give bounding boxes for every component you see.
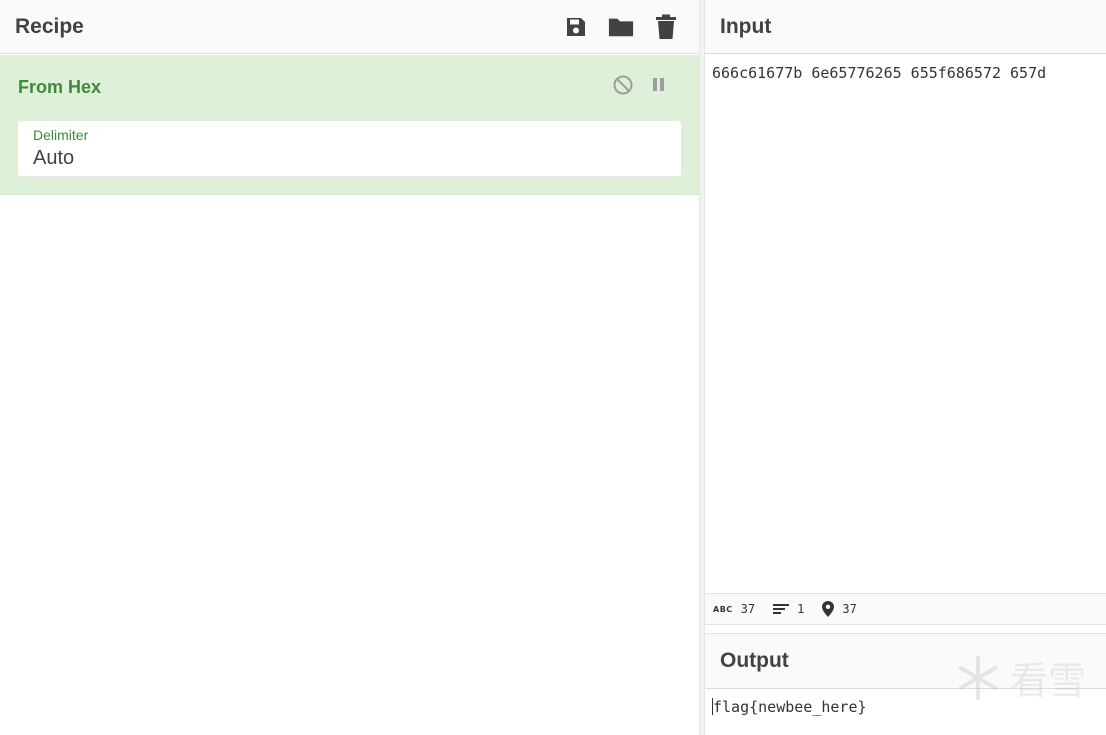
recipe-header: Recipe <box>0 0 699 54</box>
operation-controls <box>599 73 671 97</box>
recipe-pane: Recipe From Hex Delimiter Auto <box>0 0 699 735</box>
input-header: Input <box>705 0 1106 54</box>
lines-icon <box>773 603 790 615</box>
watermark-text: 看雪 <box>1009 659 1086 703</box>
delimiter-value[interactable]: Auto <box>33 147 74 170</box>
stat-lines: 1 <box>773 602 804 616</box>
output-value: flag{newbee_here} <box>713 698 867 716</box>
input-statusbar: ABC 37 1 37 <box>705 593 1106 625</box>
position-value: 37 <box>842 602 857 616</box>
input-textarea[interactable]: 666c61677b 6e65776265 655f686572 657d <box>712 64 1046 82</box>
save-icon[interactable] <box>563 14 589 40</box>
disable-icon[interactable] <box>611 73 635 97</box>
watermark: 看雪 <box>954 650 1086 705</box>
io-pane: Input 666c61677b 6e65776265 655f686572 6… <box>705 0 1106 735</box>
input-title: Input <box>720 14 772 38</box>
stat-length: ABC 37 <box>713 602 755 616</box>
trash-icon[interactable] <box>653 14 679 40</box>
stat-position: 37 <box>822 601 857 617</box>
lines-value: 1 <box>797 602 805 616</box>
app-window: Recipe From Hex Delimiter Auto Input 666… <box>0 0 1106 735</box>
snowflake-icon <box>958 655 998 700</box>
delimiter-field[interactable]: Delimiter Auto <box>18 121 681 177</box>
operation-title: From Hex <box>18 77 102 97</box>
recipe-title: Recipe <box>15 14 84 38</box>
recipe-toolbar <box>544 14 679 40</box>
operation-from-hex[interactable]: From Hex Delimiter Auto <box>0 55 699 195</box>
location-pin-icon <box>822 601 835 617</box>
output-textarea[interactable]: flag{newbee_here} <box>712 698 867 716</box>
output-title: Output <box>720 649 789 672</box>
abc-icon: ABC <box>713 604 733 614</box>
delimiter-label: Delimiter <box>33 127 89 143</box>
length-value: 37 <box>740 602 756 616</box>
folder-icon[interactable] <box>608 14 634 40</box>
pause-icon[interactable] <box>647 73 671 97</box>
